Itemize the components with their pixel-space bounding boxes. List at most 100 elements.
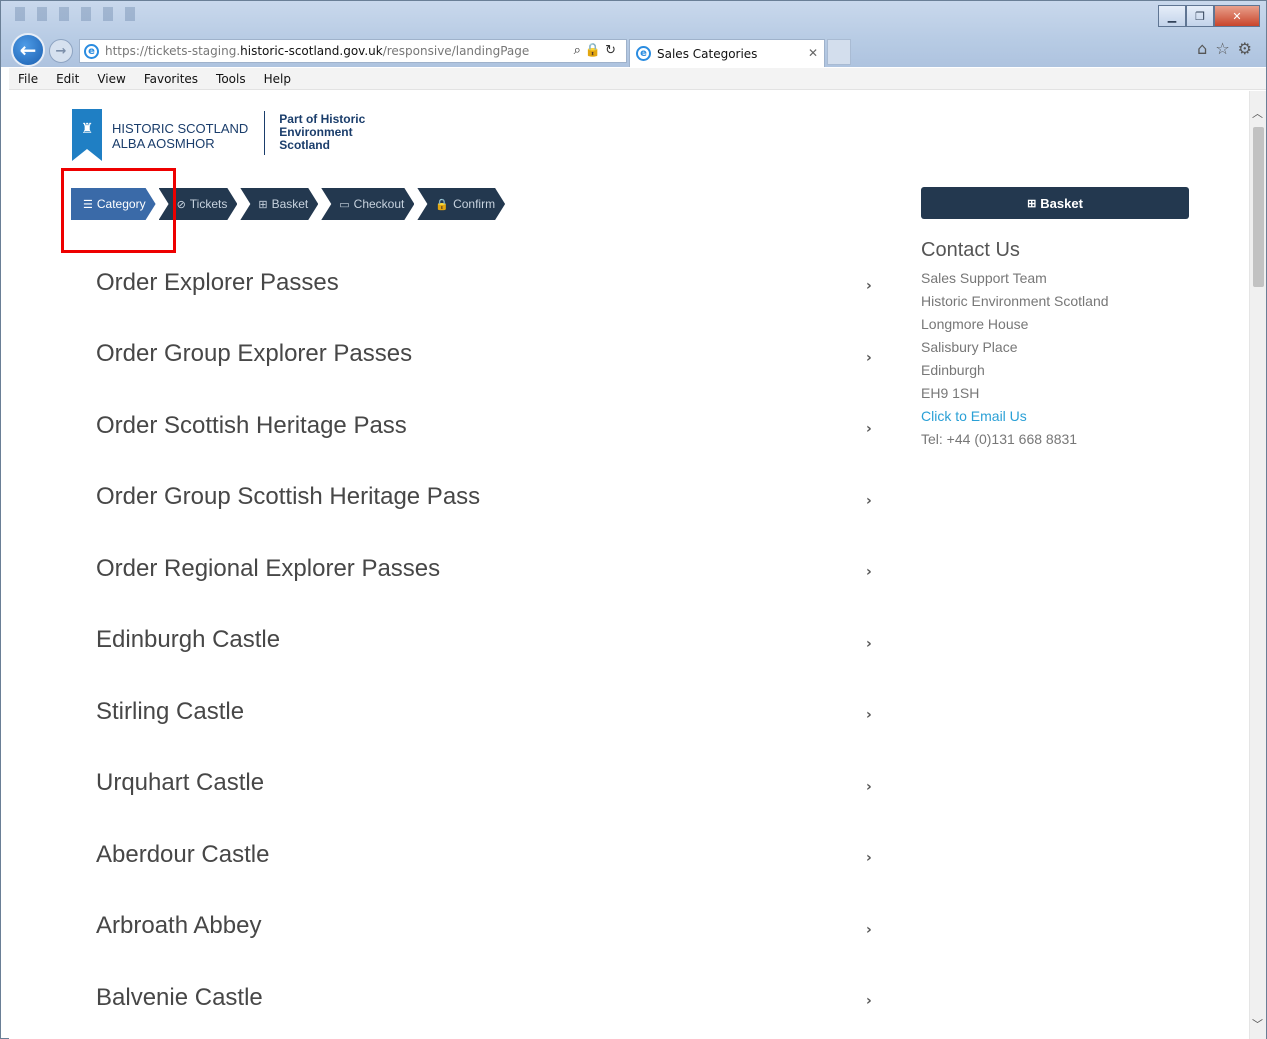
tab-ie-icon: e [636,46,651,61]
basket-button-label: Basket [1040,195,1083,211]
menu-view[interactable]: View [88,72,134,86]
close-button[interactable]: ✕ [1214,5,1260,27]
step-confirm[interactable]: 🔒 Confirm [417,188,505,220]
site-logo[interactable]: ♜ HISTORIC SCOTLAND ALBA AOSMHOR Part of… [72,109,365,164]
highlight-box [61,168,176,253]
forward-button[interactable]: → [49,39,73,63]
category-label: Order Group Scottish Heritage Pass [96,483,481,511]
title-bar-decoration [15,7,145,21]
logo-badge: ♜ [72,109,102,164]
category-label: Order Scottish Heritage Pass [96,411,407,439]
category-label: Stirling Castle [96,697,245,725]
contact-title: Contact Us [921,239,1020,261]
settings-gear-icon[interactable]: ⚙ [1238,39,1252,58]
category-label: Aberdour Castle [96,840,270,868]
step-checkout-label: Checkout [353,197,405,211]
chevron-right-icon: › [866,349,872,366]
lock-icon: 🔒 [435,198,450,211]
category-label: Order Group Explorer Passes [96,340,413,368]
basket-button[interactable]: ⊞ Basket [921,187,1189,219]
browser-toolbar-right: ⌂ ☆ ⚙ [1197,39,1252,58]
category-item[interactable]: Aberdour Castle › [96,826,896,898]
forward-arrow-icon: → [55,43,67,59]
search-icon[interactable]: ⌕ [574,43,585,58]
contact-line: Historic Environment Scotland [921,293,1109,309]
logo-sub3: Scotland [279,138,330,152]
address-bar-icons: ⌕🔒↻ [574,43,620,58]
title-bar: ▁ ❐ ✕ ← → e https://tickets-staging.hist… [1,1,1266,67]
email-link[interactable]: Click to Email Us [921,405,1109,428]
contact-line: Edinburgh [921,362,985,378]
category-item[interactable]: Urquhart Castle › [96,755,896,827]
category-label: Balvenie Castle [96,983,263,1011]
category-list: Order Explorer Passes › Order Group Explo… [96,254,896,1039]
chevron-right-icon: › [866,278,872,294]
menu-help[interactable]: Help [255,72,300,86]
chevron-right-icon: › [866,635,872,652]
address-bar[interactable]: e https://tickets-staging.historic-scotl… [79,39,627,63]
menu-file[interactable]: File [9,72,47,86]
category-item[interactable]: Stirling Castle › [96,683,896,755]
category-item[interactable]: Order Regional Explorer Passes › [96,540,896,612]
url-prefix: https://tickets-staging. [105,44,241,58]
category-label: Urquhart Castle [96,769,265,797]
favorites-star-icon[interactable]: ☆ [1215,39,1229,58]
category-item[interactable]: Balvenie Castle › [96,969,896,1039]
minimize-button[interactable]: ▁ [1158,5,1186,27]
category-item[interactable]: Order Explorer Passes › [96,254,896,326]
chevron-right-icon: › [866,850,872,866]
contact-line: EH9 1SH [921,385,980,401]
browser-tab[interactable]: e Sales Categories ✕ [629,39,825,67]
category-item[interactable]: Edinburgh Castle › [96,612,896,684]
contact-phone: Tel: +44 (0)131 668 8831 [921,431,1078,447]
menu-bar: File Edit View Favorites Tools Help [9,68,1266,90]
menu-edit[interactable]: Edit [47,72,88,86]
category-item[interactable]: Order Group Scottish Heritage Pass › [96,469,896,541]
category-item[interactable]: Order Scottish Heritage Pass › [96,397,896,469]
logo-line1: HISTORIC SCOTLAND [112,121,249,136]
chevron-right-icon: › [866,707,872,723]
tab-title: Sales Categories [657,46,758,61]
menu-tools[interactable]: Tools [207,72,255,86]
ie-icon: e [84,43,99,59]
url-text: https://tickets-staging.historic-scotlan… [105,44,529,58]
maximize-button[interactable]: ❐ [1186,5,1214,27]
scroll-up-icon[interactable]: ︿ [1252,105,1263,121]
step-basket-label: Basket [271,197,309,211]
new-tab-button[interactable] [827,39,851,65]
contact-line: Salisbury Place [921,339,1018,355]
scroll-thumb[interactable] [1253,127,1264,287]
step-tickets-label: Tickets [189,197,228,211]
castle-icon: ♜ [72,109,102,149]
category-label: Edinburgh Castle [96,626,281,654]
url-domain: historic-scotland.gov.uk [240,44,383,58]
card-icon: ▭ [339,198,350,211]
refresh-icon[interactable]: ↻ [605,43,620,58]
browser-window: ▁ ❐ ✕ ← → e https://tickets-staging.hist… [0,0,1267,1039]
category-item[interactable]: Arbroath Abbey › [96,898,896,970]
logo-line2: ALBA AOSMHOR [112,136,215,151]
chevron-right-icon: › [866,421,872,437]
vertical-scrollbar[interactable]: ︿ ﹀ [1249,91,1266,1039]
chevron-right-icon: › [866,492,872,509]
window-controls: ▁ ❐ ✕ [1158,5,1260,27]
home-icon[interactable]: ⌂ [1197,39,1207,58]
scroll-down-icon[interactable]: ﹀ [1252,1016,1263,1032]
tab-close-icon[interactable]: ✕ [808,46,818,60]
step-confirm-label: Confirm [453,197,496,211]
url-path: /responsive/landingPage [382,44,530,58]
lock-icon[interactable]: 🔒 [585,43,605,58]
category-item[interactable]: Order Group Explorer Passes › [96,326,896,398]
cart-icon: ⊞ [258,198,268,211]
logo-divider [264,111,266,155]
contact-line: Longmore House [921,316,1029,332]
category-label: Order Regional Explorer Passes [96,554,441,582]
step-checkout[interactable]: ▭ Checkout [321,188,414,220]
back-button[interactable]: ← [11,33,45,67]
chevron-right-icon: › [866,921,872,938]
contact-line: Sales Support Team [921,270,1047,286]
menu-favorites[interactable]: Favorites [135,72,207,86]
back-arrow-icon: ← [19,38,37,62]
chevron-right-icon: › [866,778,872,795]
step-basket[interactable]: ⊞ Basket [240,188,318,220]
